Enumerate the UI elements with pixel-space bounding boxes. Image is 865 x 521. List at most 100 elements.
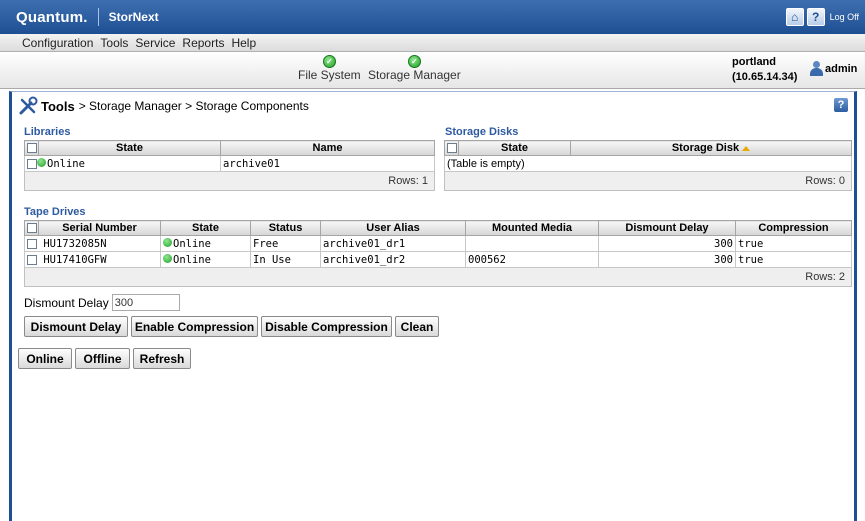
state-value: Online xyxy=(47,157,85,170)
table-header-row: Serial Number State Status User Alias Mo… xyxy=(24,220,852,236)
name-cell: archive01 xyxy=(220,155,435,172)
status-cell: Free xyxy=(250,235,321,252)
table-footer: Rows: 1 xyxy=(24,171,435,191)
libraries-table: State Name Online archive01 Rows: 1 xyxy=(24,140,435,191)
product-name: StorNext xyxy=(108,10,159,24)
serial-cell: HU1732085N xyxy=(24,235,161,252)
serial-cell: HU17410GFW xyxy=(24,251,161,268)
status-cell: In Use xyxy=(250,251,321,268)
state-cell: Online xyxy=(160,251,251,268)
host-name: portland xyxy=(732,56,776,68)
status-storage-manager[interactable]: ✓ Storage Manager xyxy=(368,55,461,82)
header-divider xyxy=(97,8,99,26)
host-ip: (10.65.14.34) xyxy=(732,71,798,83)
dismount-delay-label: Dismount Delay xyxy=(24,295,109,310)
col-state[interactable]: State xyxy=(38,140,221,156)
table-footer: Rows: 2 xyxy=(24,267,852,287)
col-storage-disk[interactable]: Storage Disk xyxy=(570,140,852,156)
quantum-logo: Quantum. xyxy=(16,8,88,26)
status-label: File System xyxy=(298,68,361,82)
compression-cell: true xyxy=(735,235,852,252)
enable-compression-button[interactable]: Enable Compression xyxy=(131,316,258,337)
col-state[interactable]: State xyxy=(160,220,251,236)
col-compression[interactable]: Compression xyxy=(735,220,852,236)
host-info: portland (10.65.14.34) xyxy=(732,55,797,85)
refresh-button[interactable]: Refresh xyxy=(133,348,191,369)
status-ok-icon: ✓ xyxy=(407,55,421,68)
select-all-checkbox[interactable] xyxy=(24,140,39,156)
online-icon xyxy=(163,237,172,247)
col-serial-number[interactable]: Serial Number xyxy=(38,220,161,236)
col-user-alias[interactable]: User Alias xyxy=(320,220,466,236)
status-file-system[interactable]: ✓ File System xyxy=(298,55,361,82)
select-all-checkbox[interactable] xyxy=(24,220,39,236)
breadcrumb-path: > Storage Manager > Storage Components xyxy=(78,99,309,113)
delay-cell: 300 xyxy=(598,235,736,252)
status-label: Storage Manager xyxy=(368,68,461,82)
storage-disks-table: State Storage Disk (Table is empty) Rows… xyxy=(444,140,852,191)
compression-cell: true xyxy=(735,251,852,268)
row-count: Rows: 2 xyxy=(24,267,852,287)
offline-button[interactable]: Offline xyxy=(75,348,130,369)
menu-service[interactable]: Service xyxy=(135,36,175,50)
main-panel: Tools > Storage Manager > Storage Compon… xyxy=(9,91,857,521)
alias-cell: archive01_dr2 xyxy=(320,251,466,268)
table-row[interactable]: Online archive01 xyxy=(24,155,435,172)
empty-message: (Table is empty) xyxy=(444,155,852,172)
media-cell: 000562 xyxy=(465,251,599,268)
table-header-row: State Name xyxy=(24,140,435,156)
table-row[interactable]: HU1732085N Online Free archive01_dr1 300… xyxy=(24,235,852,252)
online-icon xyxy=(163,253,172,263)
user-icon xyxy=(810,61,823,76)
tape-drives-table: Serial Number State Status User Alias Mo… xyxy=(24,220,852,287)
user-info[interactable]: admin xyxy=(810,61,857,76)
dismount-delay-input[interactable] xyxy=(111,294,180,311)
delay-cell: 300 xyxy=(598,251,736,268)
libraries-title: Libraries xyxy=(24,126,71,138)
storage-disks-title: Storage Disks xyxy=(445,126,519,138)
home-icon[interactable]: ⌂ xyxy=(785,8,804,26)
menu-bar: Configuration Tools Service Reports Help xyxy=(0,34,865,52)
menu-reports[interactable]: Reports xyxy=(182,36,224,50)
row-checkbox[interactable] xyxy=(27,238,37,249)
help-icon[interactable]: ? xyxy=(806,8,825,26)
row-state-cell: Online xyxy=(24,155,221,172)
select-all-checkbox[interactable] xyxy=(444,140,459,156)
breadcrumb: Tools > Storage Manager > Storage Compon… xyxy=(18,96,309,116)
tools-icon xyxy=(19,96,38,115)
table-row: (Table is empty) xyxy=(444,155,852,172)
row-count: Rows: 1 xyxy=(24,171,435,191)
online-button[interactable]: Online xyxy=(18,348,72,369)
table-row[interactable]: HU17410GFW Online In Use archive01_dr2 0… xyxy=(24,251,852,268)
status-ok-icon: ✓ xyxy=(322,55,336,68)
app-header: Quantum. StorNext ⌂ ? Log Off xyxy=(0,0,865,34)
dismount-delay-row: Dismount Delay xyxy=(24,294,180,311)
state-cell: Online xyxy=(160,235,251,252)
col-mounted-media[interactable]: Mounted Media xyxy=(465,220,599,236)
media-cell xyxy=(465,235,599,252)
logoff-link[interactable]: Log Off xyxy=(830,12,859,22)
col-name[interactable]: Name xyxy=(220,140,435,156)
online-icon xyxy=(37,157,46,167)
row-checkbox[interactable] xyxy=(27,158,37,169)
menu-configuration[interactable]: Configuration xyxy=(22,36,93,50)
clean-button[interactable]: Clean xyxy=(395,316,439,337)
status-bar: ✓ File System ✓ Storage Manager portland… xyxy=(0,52,865,89)
disable-compression-button[interactable]: Disable Compression xyxy=(261,316,392,337)
row-checkbox[interactable] xyxy=(27,254,37,265)
alias-cell: archive01_dr1 xyxy=(320,235,466,252)
menu-tools[interactable]: Tools xyxy=(100,36,128,50)
table-footer: Rows: 0 xyxy=(444,171,852,191)
dismount-delay-button[interactable]: Dismount Delay xyxy=(24,316,128,337)
page-help-icon[interactable]: ? xyxy=(834,98,848,112)
table-header-row: State Storage Disk xyxy=(444,140,852,156)
col-state[interactable]: State xyxy=(458,140,571,156)
row-count: Rows: 0 xyxy=(444,171,852,191)
menu-help[interactable]: Help xyxy=(231,36,256,50)
col-status[interactable]: Status xyxy=(250,220,321,236)
breadcrumb-root[interactable]: Tools xyxy=(41,99,75,114)
col-dismount-delay[interactable]: Dismount Delay xyxy=(598,220,736,236)
user-name: admin xyxy=(825,62,858,75)
tape-drives-title: Tape Drives xyxy=(24,206,86,218)
sort-ascending-icon xyxy=(742,145,751,151)
